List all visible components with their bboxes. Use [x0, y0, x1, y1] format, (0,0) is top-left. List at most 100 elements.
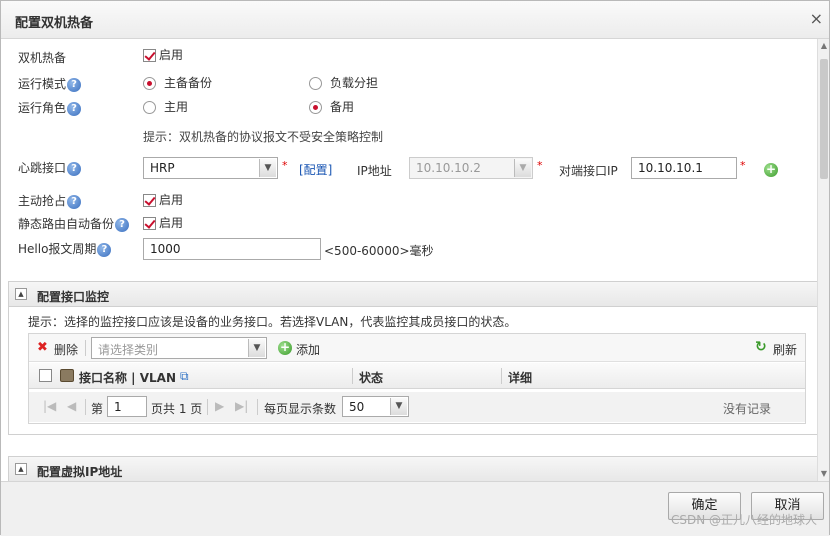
hello-period-input[interactable]: 1000 — [143, 238, 321, 260]
vip-section-header[interactable]: ▲ 配置虚拟IP地址 — [8, 456, 821, 481]
col-divider — [352, 368, 353, 384]
required-mark: * — [537, 159, 543, 172]
close-icon[interactable]: × — [810, 9, 823, 28]
role-main-radio[interactable] — [143, 101, 156, 114]
static-route-label-text: 静态路由自动备份 — [18, 217, 115, 231]
prev-page-icon[interactable]: ◀ — [67, 399, 76, 413]
pager-total: 页共 1 页 — [151, 402, 203, 416]
scroll-thumb[interactable] — [820, 59, 828, 179]
mode-lb-radio-wrap[interactable]: 负载分担 — [309, 74, 378, 91]
preempt-checkbox[interactable] — [143, 194, 156, 207]
toolbar-divider — [85, 340, 86, 356]
peer-ip-value: 10.10.10.1 — [638, 161, 703, 175]
delete-icon[interactable]: ✖ — [37, 340, 48, 355]
help-icon[interactable]: ? — [67, 77, 82, 92]
preempt-label-text: 主动抢占 — [18, 194, 67, 208]
next-page-icon[interactable]: ▶ — [215, 399, 224, 413]
heartbeat-select[interactable]: HRP ▼ — [143, 157, 278, 179]
collapse-icon[interactable]: ▲ — [15, 288, 27, 300]
chevron-down-icon[interactable]: ▼ — [514, 159, 531, 177]
mode-label-text: 运行模式 — [18, 77, 67, 91]
scroll-down-icon[interactable]: ▼ — [819, 469, 829, 479]
col-interface-name[interactable]: 接口名称 | VLAN — [79, 369, 176, 386]
scroll-up-icon[interactable]: ▲ — [819, 41, 829, 51]
pager-divider — [85, 399, 86, 415]
config-link[interactable]: [配置] — [299, 161, 332, 178]
pager-divider — [257, 399, 258, 415]
help-icon[interactable]: ? — [67, 101, 82, 116]
static-route-checkbox-wrap[interactable]: 启用 — [143, 214, 183, 231]
pager-divider — [207, 399, 208, 415]
page-number-value: 1 — [114, 400, 122, 414]
ip-label: IP地址 — [357, 164, 392, 178]
peer-ip-input[interactable]: 10.10.10.1 — [631, 157, 737, 179]
delete-button[interactable]: 删除 — [54, 341, 78, 358]
monitor-tip: 提示：选择的监控接口应该是设备的业务接口。若选择VLAN，代表监控其成员接口的状… — [28, 315, 517, 329]
add-icon[interactable]: + — [278, 341, 292, 355]
add-button[interactable]: 添加 — [296, 341, 320, 358]
ip-select[interactable]: 10.10.10.2 ▼ — [409, 157, 533, 179]
mode-label: 运行模式? — [18, 75, 82, 92]
monitor-section-header[interactable]: ▲ 配置接口监控 — [8, 281, 821, 307]
mode-primary-text: 主备备份 — [164, 76, 213, 90]
first-page-icon[interactable]: |◀ — [43, 399, 56, 413]
help-icon[interactable]: ? — [67, 161, 82, 176]
ha-label: 双机热备 — [18, 51, 67, 65]
hello-label: Hello报文周期? — [18, 240, 112, 257]
no-records: 没有记录 — [723, 402, 772, 416]
role-backup-radio[interactable] — [309, 101, 322, 114]
preempt-checkbox-wrap[interactable]: 启用 — [143, 191, 183, 208]
chevron-down-icon[interactable]: ▼ — [390, 398, 407, 415]
last-page-icon[interactable]: ▶| — [235, 399, 248, 413]
mode-primary-radio[interactable] — [143, 77, 156, 90]
ha-enable-checkbox[interactable] — [143, 49, 156, 62]
add-circle-icon[interactable]: + — [764, 163, 778, 177]
required-mark: * — [740, 159, 746, 172]
vip-section-title: 配置虚拟IP地址 — [37, 465, 123, 479]
dialog-title: 配置双机热备 — [15, 16, 94, 31]
page-size-select[interactable]: 50 ▼ — [342, 396, 409, 417]
category-placeholder: 请选择类别 — [98, 343, 159, 357]
col-status[interactable]: 状态 — [359, 369, 383, 386]
select-all-checkbox[interactable] — [39, 369, 52, 382]
help-icon[interactable]: ? — [97, 242, 112, 257]
help-icon[interactable]: ? — [67, 194, 82, 209]
category-select[interactable]: 请选择类别 ▼ — [91, 337, 267, 359]
chevron-down-icon[interactable]: ▼ — [248, 339, 265, 357]
static-route-text: 启用 — [159, 216, 184, 230]
help-icon[interactable]: ? — [115, 217, 130, 232]
refresh-icon[interactable]: ↻ — [755, 339, 767, 355]
ip-value: 10.10.10.2 — [416, 161, 481, 175]
page-number-input[interactable]: 1 — [107, 396, 147, 417]
mode-lb-radio[interactable] — [309, 77, 322, 90]
collapse-icon[interactable]: ▲ — [15, 463, 27, 475]
hello-range: <500-60000>毫秒 — [324, 244, 434, 258]
ha-config-dialog: 配置双机热备 × 双机热备 启用 运行模式? 主备备份 负载分担 运行角色? 主… — [0, 0, 830, 536]
col-detail[interactable]: 详细 — [508, 369, 532, 386]
mode-primary-radio-wrap[interactable]: 主备备份 — [143, 74, 212, 91]
grid-pager: |◀ ◀ 第 1 页共 1 页 ▶ ▶| 每页显示条数 50 ▼ 没有记录 — [29, 392, 805, 422]
dialog-titlebar: 配置双机热备 × — [1, 1, 829, 39]
preempt-label: 主动抢占? — [18, 192, 82, 209]
required-mark: * — [282, 159, 288, 172]
role-backup-radio-wrap[interactable]: 备用 — [309, 98, 354, 115]
peer-label: 对端接口IP — [559, 164, 618, 178]
dialog-footer: 确定 取消 CSDN @正儿八经的地球人 — [1, 481, 829, 536]
heartbeat-label-text: 心跳接口 — [18, 161, 67, 175]
hello-label-text: Hello报文周期 — [18, 242, 97, 256]
interface-icon — [60, 369, 74, 382]
refresh-button[interactable]: 刷新 — [773, 341, 797, 358]
vertical-scrollbar[interactable]: ▲ ▼ — [817, 39, 829, 481]
pager-page-prefix: 第 — [91, 402, 104, 416]
static-route-checkbox[interactable] — [143, 217, 156, 230]
ha-enable-checkbox-wrap[interactable]: 启用 — [143, 46, 183, 63]
role-label-text: 运行角色 — [18, 101, 67, 115]
role-backup-text: 备用 — [330, 100, 355, 114]
chevron-down-icon[interactable]: ▼ — [259, 159, 276, 177]
preempt-text: 启用 — [159, 193, 184, 207]
hello-period-value: 1000 — [150, 242, 181, 256]
heartbeat-label: 心跳接口? — [18, 159, 82, 176]
monitor-section-title: 配置接口监控 — [37, 290, 110, 304]
grid-toolbar: ✖ 删除 请选择类别 ▼ + 添加 ↻ 刷新 — [29, 334, 805, 362]
role-main-radio-wrap[interactable]: 主用 — [143, 98, 188, 115]
